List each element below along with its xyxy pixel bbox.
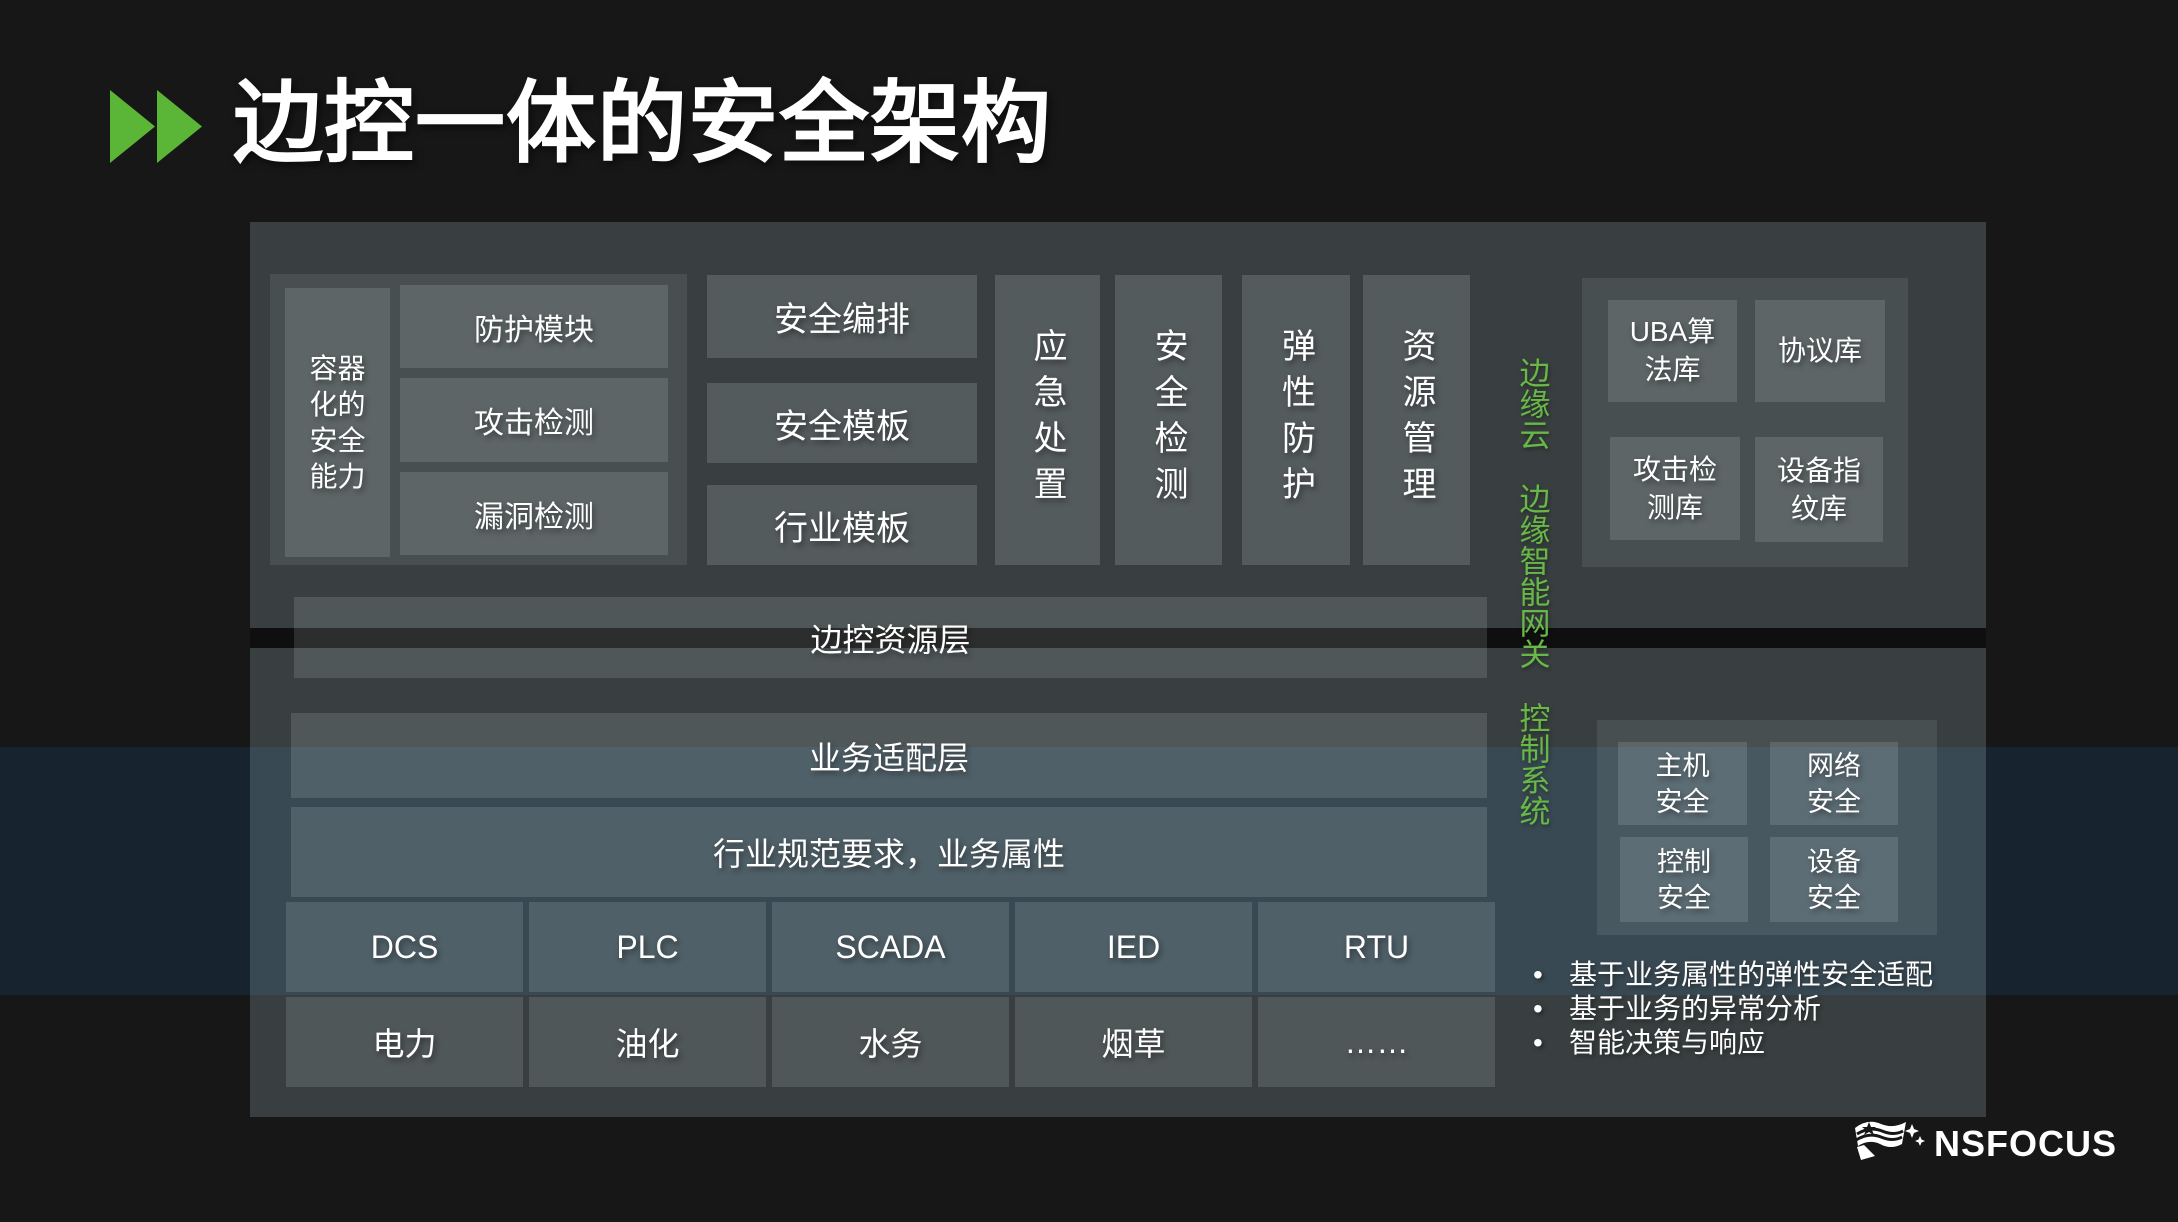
industry-cell-water: 水务 [772, 997, 1009, 1087]
protocol-cell-scada: SCADA [772, 902, 1009, 992]
industry-template-box: 行业模板 [707, 485, 977, 565]
resource-management-column: 资源管理 [1363, 275, 1470, 565]
flag-icon [1852, 1116, 1926, 1172]
edge-control-resource-layer: 边控资源层 [294, 597, 1487, 678]
nsfocus-logo: NSFOCUS [1852, 1116, 2117, 1172]
slide: 边控一体的安全架构 容器 化的 安全 能力 防护模块 攻击检测 漏洞检测 安全编… [0, 0, 2178, 1222]
device-security-box: 设备 安全 [1770, 837, 1898, 922]
elastic-protection-column: 弹性防护 [1242, 275, 1350, 565]
edge-cloud-label: 边缘云 [1512, 353, 1552, 453]
industry-cell-more: …… [1258, 997, 1495, 1087]
containerized-capability-label: 容器 化的 安全 能力 [285, 288, 390, 557]
uba-algorithm-library-box: UBA算 法库 [1608, 300, 1737, 402]
control-system-label: 控制系统 [1512, 698, 1552, 830]
bullet-item: 基于业务属性的弹性安全适配 [1523, 958, 1993, 992]
device-fingerprint-library-box: 设备指 纹库 [1755, 437, 1883, 542]
protocol-cell-plc: PLC [529, 902, 766, 992]
business-adaptation-layer: 业务适配层 [291, 713, 1487, 798]
protection-module-box: 防护模块 [400, 285, 668, 368]
control-security-box: 控制 安全 [1620, 837, 1748, 922]
protocol-cell-ied: IED [1015, 902, 1252, 992]
protocol-cell-rtu: RTU [1258, 902, 1495, 992]
industry-cell-oil: 油化 [529, 997, 766, 1087]
protocol-library-box: 协议库 [1755, 300, 1885, 402]
bullet-item: 基于业务的异常分析 [1523, 992, 1993, 1026]
edge-intelligent-gateway-label: 边缘智能网关 [1512, 478, 1552, 673]
security-detection-column: 安全检测 [1115, 275, 1222, 565]
attack-detection-box: 攻击检测 [400, 378, 668, 462]
feature-bullets: 基于业务属性的弹性安全适配 基于业务的异常分析 智能决策与响应 [1523, 958, 1993, 1060]
industry-cell-power: 电力 [286, 997, 523, 1087]
security-template-box: 安全模板 [707, 383, 977, 463]
protocol-cell-dcs: DCS [286, 902, 523, 992]
attack-detection-library-box: 攻击检 测库 [1610, 437, 1740, 540]
vulnerability-detection-box: 漏洞检测 [400, 472, 668, 555]
network-security-box: 网络 安全 [1770, 742, 1898, 825]
industry-requirements-layer: 行业规范要求，业务属性 [291, 807, 1487, 897]
logo-text: NSFOCUS [1934, 1123, 2117, 1165]
security-orchestration-box: 安全编排 [707, 275, 977, 358]
title-chevrons-icon [108, 86, 208, 166]
emergency-response-column: 应急处置 [995, 275, 1100, 565]
bullet-item: 智能决策与响应 [1523, 1026, 1993, 1060]
industry-cell-tobacco: 烟草 [1015, 997, 1252, 1087]
host-security-box: 主机 安全 [1618, 742, 1747, 825]
page-title: 边控一体的安全架构 [233, 74, 1052, 174]
